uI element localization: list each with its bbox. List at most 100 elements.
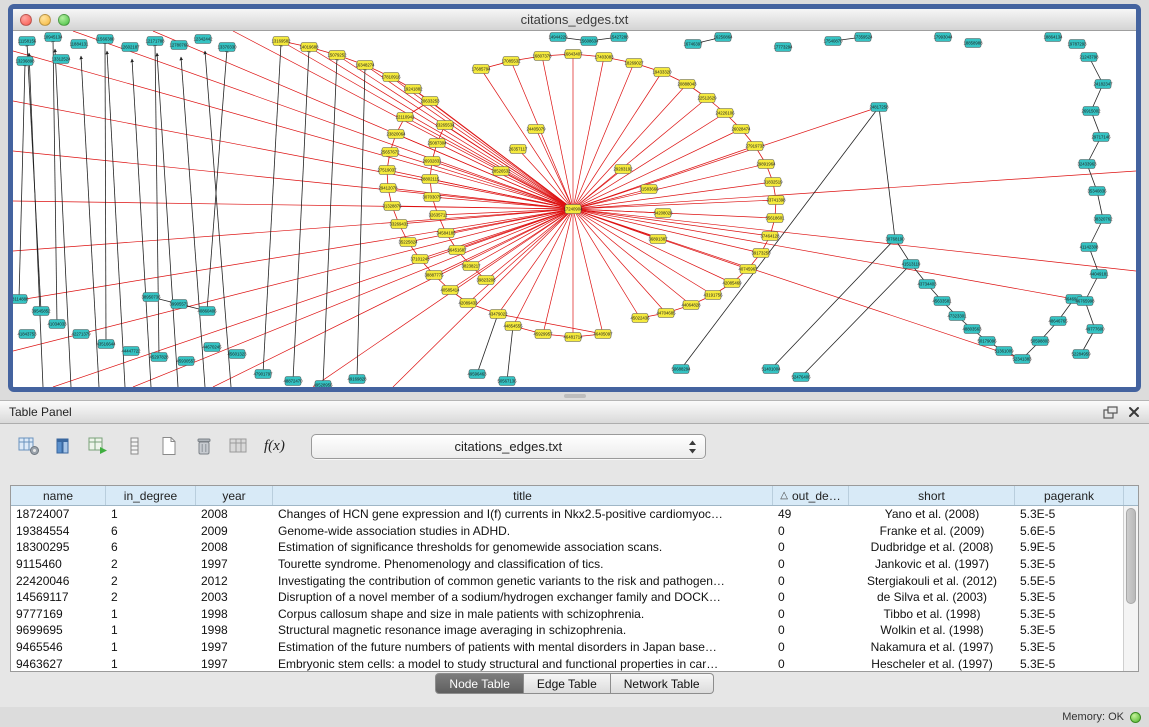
citation-network-graph[interactable]: 1316958214019688150792521634827417810916… xyxy=(13,31,1136,387)
float-panel-icon[interactable] xyxy=(1103,406,1118,419)
table-row[interactable]: 911546021997Tourette syndrome. Phenomeno… xyxy=(11,556,1138,573)
table-source-select[interactable]: citations_edges.txt xyxy=(311,434,706,459)
cell-name: 19384554 xyxy=(11,523,106,540)
svg-text:29891964: 29891964 xyxy=(756,162,776,167)
svg-text:16843407: 16843407 xyxy=(563,52,583,57)
cell-title: Estimation of significance thresholds fo… xyxy=(273,539,773,556)
table-panel-header: Table Panel xyxy=(0,401,1149,424)
cell-in_degree: 1 xyxy=(106,506,196,523)
cell-short: Franke et al. (2009) xyxy=(849,523,1015,540)
svg-text:26028474: 26028474 xyxy=(731,127,751,132)
column-header-in_degree[interactable]: in_degree xyxy=(106,486,196,505)
svg-text:47901797: 47901797 xyxy=(253,372,273,377)
svg-text:11158156: 11158156 xyxy=(18,39,37,44)
svg-text:11884131: 11884131 xyxy=(70,42,89,47)
column-header-name[interactable]: name xyxy=(11,486,106,505)
import-table-icon[interactable] xyxy=(226,434,252,458)
close-window-button[interactable] xyxy=(20,14,32,26)
network-canvas[interactable]: 1316958214019688150792521634827417810916… xyxy=(13,31,1136,387)
cell-in_degree: 6 xyxy=(106,523,196,540)
svg-text:45601323: 45601323 xyxy=(227,352,247,357)
show-columns-icon[interactable] xyxy=(51,434,77,458)
table-row[interactable]: 977716911998Corpus callosum shape and si… xyxy=(11,606,1138,623)
table-header-row: namein_degreeyeartitle△out_de…shortpager… xyxy=(11,486,1138,506)
delete-icon[interactable] xyxy=(191,434,217,458)
cell-year: 2008 xyxy=(196,506,273,523)
svg-text:19433320: 19433320 xyxy=(652,70,672,75)
svg-text:29717146: 29717146 xyxy=(1091,135,1111,140)
svg-text:40860406: 40860406 xyxy=(197,309,217,314)
close-panel-icon[interactable] xyxy=(1128,406,1140,418)
svg-text:20633253: 20633253 xyxy=(420,99,440,104)
svg-text:41513119: 41513119 xyxy=(902,262,921,267)
minimize-window-button[interactable] xyxy=(39,14,51,26)
combo-arrows-icon xyxy=(688,440,697,457)
tab-network-table[interactable]: Network Table xyxy=(611,673,714,694)
column-header-pagerank[interactable]: pagerank xyxy=(1015,486,1124,505)
svg-text:42271379: 42271379 xyxy=(71,332,91,337)
vertical-scrollbar[interactable] xyxy=(1123,506,1138,671)
svg-text:13169582: 13169582 xyxy=(271,39,291,44)
cell-name: 9699695 xyxy=(11,622,106,639)
svg-text:12602187: 12602187 xyxy=(120,45,140,50)
cell-out_degree: 0 xyxy=(773,655,849,672)
cell-name: 18724007 xyxy=(11,506,106,523)
column-header-title[interactable]: title xyxy=(273,486,773,505)
svg-text:48646765: 48646765 xyxy=(1048,319,1068,324)
new-column-icon[interactable] xyxy=(86,434,112,458)
table-mode-icon[interactable] xyxy=(16,434,42,458)
svg-text:21243798: 21243798 xyxy=(1079,55,1099,60)
panel-splitter[interactable] xyxy=(0,392,1149,400)
table-row[interactable]: 1830029562008Estimation of significance … xyxy=(11,539,1138,556)
tab-edge-table[interactable]: Edge Table xyxy=(524,673,611,694)
table-row[interactable]: 969969511998Structural magnetic resonanc… xyxy=(11,622,1138,639)
svg-text:28802115: 28802115 xyxy=(421,177,440,182)
svg-text:31328876: 31328876 xyxy=(382,204,402,209)
column-header-out_degree[interactable]: △out_de… xyxy=(773,486,849,505)
svg-text:50567136: 50567136 xyxy=(497,379,517,384)
svg-text:40745967: 40745967 xyxy=(738,267,758,272)
zoom-window-button[interactable] xyxy=(58,14,70,26)
table-row[interactable]: 1872400712008Changes of HCN gene express… xyxy=(11,506,1138,523)
cell-in_degree: 2 xyxy=(106,572,196,589)
cell-year: 1997 xyxy=(196,556,273,573)
new-file-icon[interactable] xyxy=(156,434,182,458)
svg-text:24405079: 24405079 xyxy=(526,127,546,132)
table-row[interactable]: 946362711997Embryonic stem cells: a mode… xyxy=(11,655,1138,672)
table-row[interactable]: 1938455462009Genome-wide association stu… xyxy=(11,523,1138,540)
cell-title: Investigating the contribution of common… xyxy=(273,572,773,589)
table-row[interactable]: 2242004622012Investigating the contribut… xyxy=(11,572,1138,589)
svg-text:16807376: 16807376 xyxy=(532,54,552,59)
svg-text:16348274: 16348274 xyxy=(355,63,375,68)
svg-text:17540870: 17540870 xyxy=(823,39,843,44)
svg-text:50688294: 50688294 xyxy=(671,367,691,372)
cell-year: 1997 xyxy=(196,655,273,672)
cell-out_degree: 0 xyxy=(773,639,849,656)
cell-title: Tourette syndrome. Phenomenology and cla… xyxy=(273,556,773,573)
table-row[interactable]: 1456911722003Disruption of a novel membe… xyxy=(11,589,1138,606)
row-tool-icon[interactable] xyxy=(121,434,147,458)
svg-text:43516644: 43516644 xyxy=(96,342,116,347)
cell-in_degree: 1 xyxy=(106,655,196,672)
tab-node-table[interactable]: Node Table xyxy=(435,673,524,694)
svg-text:51361009: 51361009 xyxy=(994,349,1014,354)
scrollbar-thumb[interactable] xyxy=(1126,508,1136,604)
cell-name: 18300295 xyxy=(11,539,106,556)
svg-text:25087304: 25087304 xyxy=(427,141,447,146)
cell-pagerank: 5.3E-5 xyxy=(1015,639,1124,656)
column-header-year[interactable]: year xyxy=(196,486,273,505)
cell-in_degree: 1 xyxy=(106,622,196,639)
memory-status: Memory: OK xyxy=(1062,711,1124,723)
svg-text:38887775: 38887775 xyxy=(424,273,444,278)
column-header-short[interactable]: short xyxy=(849,486,1015,505)
cell-out_degree: 0 xyxy=(773,589,849,606)
cell-title: Estimation of the future numbers of pati… xyxy=(273,639,773,656)
svg-text:46405097: 46405097 xyxy=(593,332,613,337)
svg-text:38320762: 38320762 xyxy=(1093,217,1113,222)
function-builder-icon[interactable]: f(x) xyxy=(261,438,288,455)
svg-text:38950736: 38950736 xyxy=(141,295,161,300)
svg-text:45930557: 45930557 xyxy=(176,359,196,364)
table-row[interactable]: 946554611997Estimation of the future num… xyxy=(11,639,1138,656)
network-window-titlebar[interactable]: citations_edges.txt xyxy=(13,9,1136,31)
cell-pagerank: 5.6E-5 xyxy=(1015,523,1124,540)
